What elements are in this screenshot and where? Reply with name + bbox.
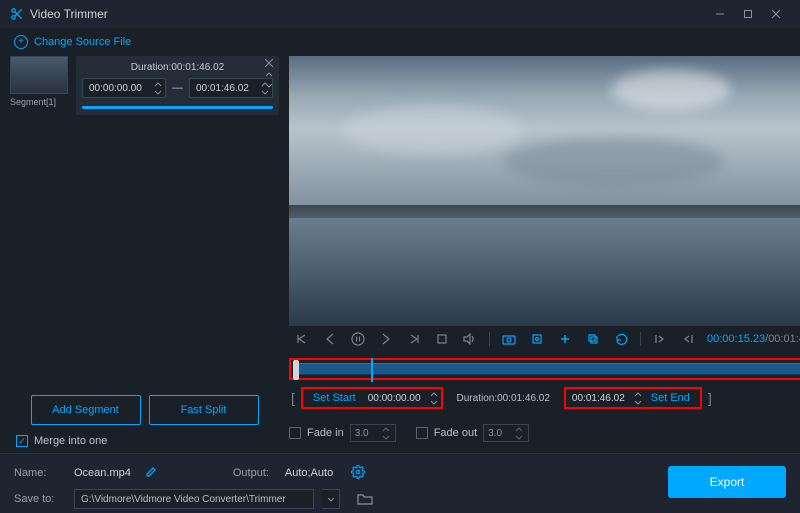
- segment-moveup-icon[interactable]: [263, 69, 275, 79]
- set-start-button[interactable]: Set Start: [305, 388, 364, 408]
- goto-start-icon[interactable]: [293, 330, 311, 348]
- time-readout: 00:00:15.23/00:01:46.02: [707, 333, 800, 345]
- segment-movedown-icon[interactable]: [263, 80, 275, 90]
- right-panel: 00:00:15.23/00:01:46.02 [ Set Start 00:0…: [289, 56, 800, 451]
- title-bar: Video Trimmer: [0, 0, 800, 28]
- segment-index-label: Segment[1]: [10, 97, 70, 107]
- capture-icon[interactable]: [528, 330, 546, 348]
- play-pause-icon[interactable]: [349, 330, 367, 348]
- set-in-icon[interactable]: [651, 330, 669, 348]
- change-source-label: Change Source File: [34, 36, 131, 48]
- close-button[interactable]: [762, 4, 790, 24]
- change-source-button[interactable]: + Change Source File: [0, 28, 800, 56]
- plus-circle-icon: +: [14, 35, 28, 49]
- output-label: Output:: [233, 467, 277, 479]
- window-title: Video Trimmer: [30, 7, 108, 21]
- bracket-open-icon: [: [289, 390, 297, 406]
- bracket-close-icon: ]: [706, 390, 714, 406]
- spinner-icon[interactable]: [153, 80, 163, 96]
- trim-slider[interactable]: [289, 358, 800, 380]
- fade-row: Fade in 3.0 Fade out 3.0: [289, 424, 800, 442]
- minimize-button[interactable]: [706, 4, 734, 24]
- segment-start-input[interactable]: 00:00:00.00: [82, 78, 166, 98]
- name-label: Name:: [14, 467, 66, 479]
- footer-bar: Name: Ocean.mp4 Output: Auto;Auto Save t…: [0, 453, 800, 513]
- saveto-dropdown[interactable]: [322, 489, 340, 509]
- segment-thumbnail[interactable]: [10, 56, 68, 94]
- fade-out-label: Fade out: [434, 427, 477, 439]
- playback-controls: 00:00:15.23/00:01:46.02: [289, 326, 800, 352]
- undo-icon[interactable]: [612, 330, 630, 348]
- segment-remove-icon[interactable]: [263, 58, 275, 68]
- segment-progress-bar: [82, 106, 273, 109]
- set-out-icon[interactable]: [679, 330, 697, 348]
- saveto-path[interactable]: G:\Vidmore\Vidmore Video Converter\Trimm…: [74, 489, 314, 509]
- maximize-button[interactable]: [734, 4, 762, 24]
- segment-duration-label: Duration:00:01:46.02: [82, 60, 273, 76]
- merge-checkbox[interactable]: ✓: [16, 435, 28, 447]
- fast-split-button[interactable]: Fast Split: [149, 395, 259, 425]
- fade-in-label: Fade in: [307, 427, 344, 439]
- next-frame-icon[interactable]: [377, 330, 395, 348]
- fade-in-value[interactable]: 3.0: [350, 424, 396, 442]
- add-segment-button[interactable]: Add Segment: [31, 395, 141, 425]
- prev-frame-icon[interactable]: [321, 330, 339, 348]
- app-logo-icon: [10, 7, 24, 21]
- stop-icon[interactable]: [433, 330, 451, 348]
- playhead-marker[interactable]: [371, 358, 373, 382]
- fade-out-checkbox[interactable]: [416, 427, 428, 439]
- set-end-button[interactable]: Set End: [643, 388, 698, 408]
- snapshot-icon[interactable]: [500, 330, 518, 348]
- trim-duration-label: Duration:00:01:46.02: [447, 393, 560, 404]
- export-button[interactable]: Export: [668, 466, 786, 498]
- merge-label: Merge into one: [34, 435, 107, 447]
- rename-icon[interactable]: [145, 466, 157, 481]
- goto-end-icon[interactable]: [405, 330, 423, 348]
- segment-end-input[interactable]: 00:01:46.02: [189, 78, 273, 98]
- fade-out-value[interactable]: 3.0: [483, 424, 529, 442]
- left-panel: Segment[1] Duration:00:01:46.02 00:00:00…: [0, 56, 289, 451]
- volume-icon[interactable]: [461, 330, 479, 348]
- copy-icon[interactable]: [584, 330, 602, 348]
- start-time-input[interactable]: 00:00:00.00: [364, 390, 439, 406]
- trim-controls-row: [ Set Start 00:00:00.00 Duration:00:01:4…: [289, 386, 800, 410]
- trim-handle-start[interactable]: [293, 360, 299, 380]
- open-folder-icon[interactable]: [354, 489, 376, 509]
- add-icon[interactable]: [556, 330, 574, 348]
- name-value: Ocean.mp4: [74, 467, 131, 479]
- video-preview[interactable]: [289, 56, 800, 326]
- output-settings-icon[interactable]: [351, 465, 365, 482]
- segment-card: Duration:00:01:46.02 00:00:00.00 — 00:01…: [76, 56, 279, 115]
- saveto-label: Save to:: [14, 493, 66, 505]
- dash-separator: —: [172, 82, 183, 94]
- end-time-input[interactable]: 00:01:46.02: [568, 390, 643, 406]
- fade-in-checkbox[interactable]: [289, 427, 301, 439]
- output-value: Auto;Auto: [285, 467, 333, 479]
